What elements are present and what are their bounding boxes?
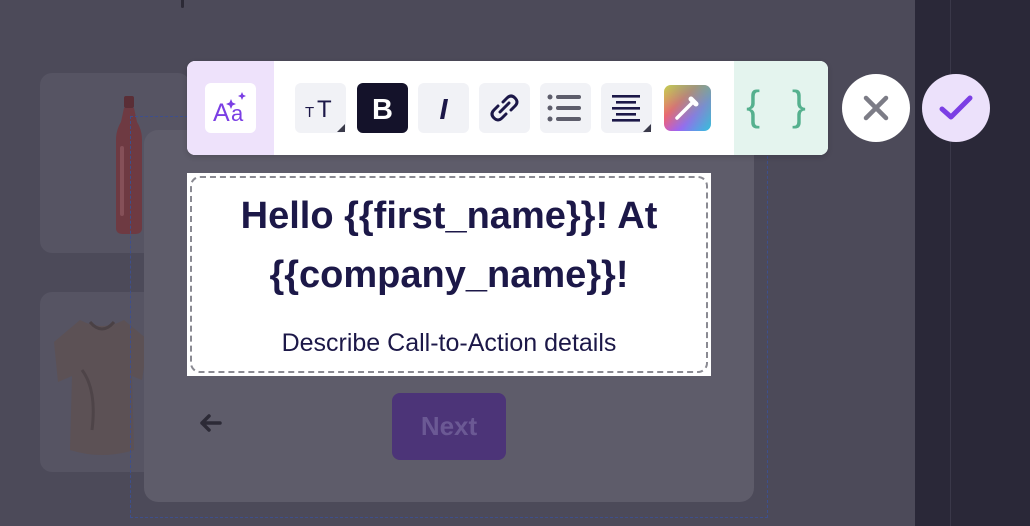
cta-description[interactable]: Describe Call-to-Action details (187, 327, 711, 359)
svg-text:T: T (317, 96, 332, 123)
ai-text-sparkle-icon: A a (213, 92, 246, 127)
bold-icon: B (372, 94, 393, 126)
check-icon (939, 95, 973, 120)
top-marker (181, 0, 184, 8)
svg-text:B: B (372, 94, 393, 126)
svg-text:T: T (305, 104, 314, 121)
arrow-left-icon (200, 414, 222, 432)
text-color-button[interactable] (662, 83, 713, 133)
dropdown-corner-icon (337, 124, 345, 132)
close-icon (863, 95, 889, 121)
confirm-button[interactable] (922, 74, 990, 142)
text-format-toolbar: A a T T B I {} (187, 61, 828, 155)
next-button[interactable]: Next (392, 393, 506, 460)
italic-icon: I (439, 94, 448, 126)
ai-text-button[interactable]: A a (205, 83, 256, 133)
bullet-list-icon (547, 94, 581, 122)
back-button[interactable] (196, 409, 224, 437)
dropdown-corner-icon (643, 124, 651, 132)
link-icon (490, 94, 519, 122)
italic-button[interactable]: I (418, 83, 469, 133)
cancel-button[interactable] (842, 74, 910, 142)
variables-braces-icon: { } (746, 82, 816, 129)
variables-button[interactable]: { } (734, 61, 828, 155)
svg-text:A: A (213, 99, 230, 127)
text-size-button[interactable]: T T (295, 83, 346, 133)
text-editor[interactable]: Hello {{first_name}}! At {{company_name}… (187, 173, 711, 376)
color-picker-icon (664, 85, 711, 131)
bold-button[interactable]: B (357, 83, 408, 133)
editor-heading[interactable]: Hello {{first_name}}! At {{company_name}… (187, 187, 711, 305)
text-align-button[interactable] (601, 83, 652, 133)
link-button[interactable] (479, 83, 530, 133)
bullet-list-button[interactable] (540, 83, 591, 133)
ai-assist-section: A a (187, 61, 274, 155)
svg-text:I: I (439, 94, 448, 126)
